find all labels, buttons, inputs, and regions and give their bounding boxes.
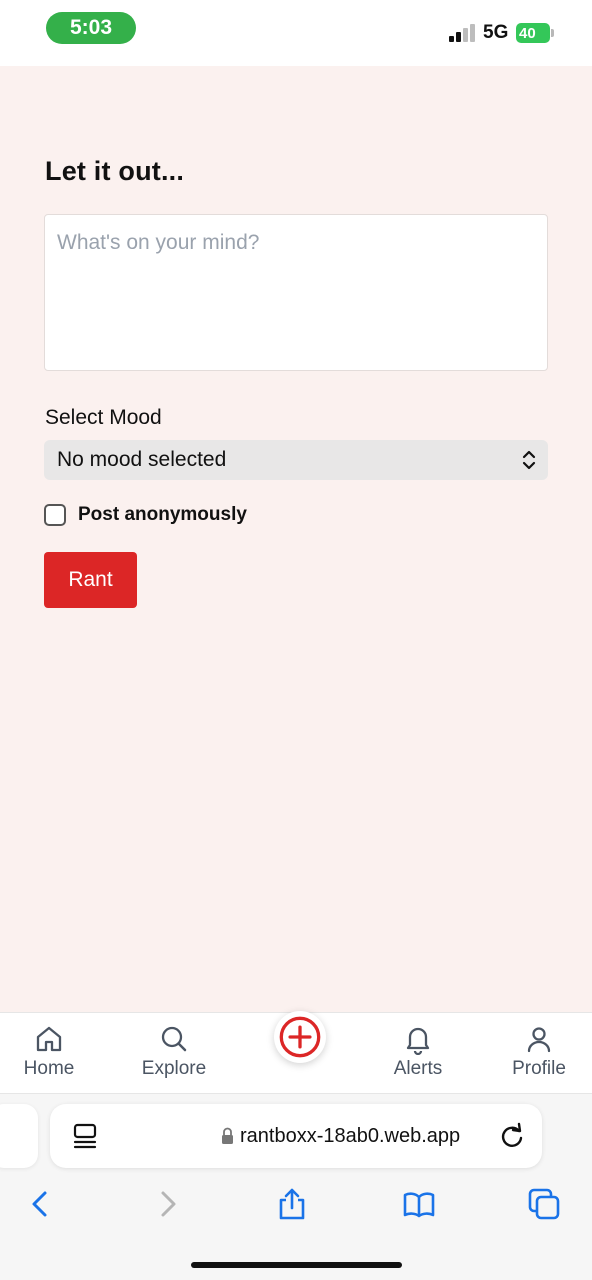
lock-icon <box>222 1127 233 1144</box>
nav-label-explore: Explore <box>141 1058 207 1079</box>
nav-item-explore[interactable]: Explore <box>119 1023 229 1080</box>
reload-icon[interactable] <box>498 1122 526 1150</box>
nav-label-profile: Profile <box>512 1058 566 1079</box>
tab-overview-icon[interactable] <box>72 1122 98 1150</box>
bookmarks-icon <box>403 1192 435 1218</box>
address-bar[interactable]: rantboxx-18ab0.web.app <box>50 1104 542 1168</box>
anonymous-checkbox[interactable] <box>44 504 66 526</box>
share-icon <box>279 1188 305 1220</box>
bell-icon <box>406 1027 430 1055</box>
home-indicator <box>191 1262 402 1268</box>
rant-textarea[interactable] <box>44 214 548 371</box>
anonymous-option: Post anonymously <box>44 504 247 526</box>
tabs-icon <box>528 1188 560 1220</box>
previous-tab-preview[interactable] <box>0 1104 38 1168</box>
battery-icon: 40 <box>516 23 550 43</box>
bottom-nav: Home Explore Alerts Profile <box>0 1011 592 1094</box>
browser-chrome: rantboxx-18ab0.web.app <box>0 1094 592 1280</box>
rant-submit-button[interactable]: Rant <box>44 552 137 608</box>
forward-icon <box>161 1191 176 1217</box>
battery-cap <box>551 29 554 37</box>
status-bar: 5:03 5G 40 <box>0 0 592 66</box>
rant-composer: Let it out... Select Mood No mood select… <box>0 66 592 1012</box>
search-icon <box>161 1026 187 1052</box>
home-icon <box>36 1026 62 1052</box>
back-button[interactable] <box>22 1186 58 1222</box>
anonymous-label[interactable]: Post anonymously <box>78 504 247 526</box>
page-title: Let it out... <box>45 156 185 186</box>
tabs-button[interactable] <box>526 1186 562 1222</box>
nav-label-alerts: Alerts <box>393 1058 443 1079</box>
url-text[interactable]: rantboxx-18ab0.web.app <box>240 1125 460 1148</box>
add-circle-icon <box>279 1016 321 1058</box>
mood-select[interactable]: No mood selected <box>44 440 548 480</box>
nav-item-home[interactable]: Home <box>0 1023 104 1080</box>
mood-label: Select Mood <box>45 406 162 429</box>
chevron-up-down-icon <box>522 450 536 470</box>
network-type: 5G <box>483 22 509 43</box>
mood-select-value: No mood selected <box>57 448 227 471</box>
battery-level: 40 <box>519 24 536 42</box>
nav-label-home: Home <box>23 1058 75 1079</box>
clock-time: 5:03 <box>46 12 136 44</box>
nav-item-alerts[interactable]: Alerts <box>363 1023 473 1080</box>
bookmarks-button[interactable] <box>401 1186 437 1222</box>
share-button[interactable] <box>274 1186 310 1222</box>
forward-button[interactable] <box>150 1186 186 1222</box>
back-icon <box>32 1191 47 1217</box>
nav-item-profile[interactable]: Profile <box>484 1023 592 1080</box>
add-rant-button[interactable] <box>274 1011 326 1063</box>
cellular-signal-icon <box>449 24 477 42</box>
user-icon <box>527 1027 551 1053</box>
